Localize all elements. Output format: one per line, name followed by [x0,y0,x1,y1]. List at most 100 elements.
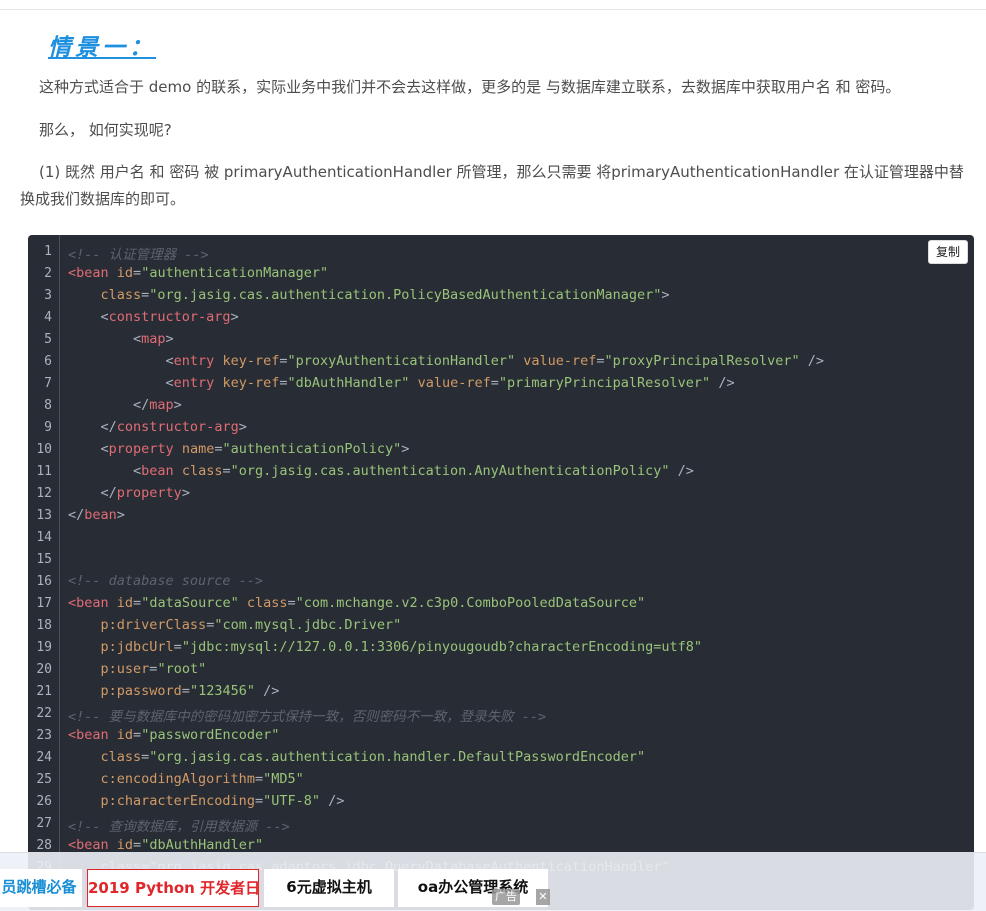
top-divider [0,9,986,10]
code-token: property [116,485,182,501]
code-token: p:password [100,683,182,699]
code-line: class="org.jasig.cas.authentication.Poli… [68,287,670,303]
code-token: <!-- 认证管理器 --> [68,247,209,263]
line-number: 26 [36,794,52,809]
code-token: class [100,749,142,765]
code-token: </ [68,485,117,501]
code-token: > [181,485,190,501]
line-number: 10 [36,442,52,457]
code-line: p:characterEncoding="UTF-8" /> [68,793,345,809]
code-line: </bean> [68,507,125,523]
code-token: > [401,441,410,457]
code-line: p:password="123456" /> [68,683,280,699]
code-line: <constructor-arg> [68,309,239,325]
code-token: <bean [68,727,109,743]
code-token: key-ref [222,375,280,391]
code-token: class [100,287,142,303]
code-token: /> [799,353,824,369]
code-token: = [287,595,296,611]
ad-link-career[interactable]: 员跳槽必备 [0,869,82,907]
code-line: <!-- 认证管理器 --> [68,243,209,263]
ad-close-icon[interactable]: ✕ [536,889,550,905]
ad-link-oa-system[interactable]: oa办公管理系统 [398,869,548,907]
code-line: <!-- 查询数据库，引用数据源 --> [68,815,290,835]
paragraph-question: 那么， 如何实现呢? [39,121,172,139]
line-number: 8 [44,398,52,413]
code-token: entry [173,375,215,391]
code-line: p:driverClass="com.mysql.jdbc.Driver" [68,617,402,633]
line-number: 2 [44,266,52,281]
code-token: <!-- 查询数据库，引用数据源 --> [68,819,290,835]
ad-link-virtual-host[interactable]: 6元虚拟主机 [264,869,394,907]
code-token: "passwordEncoder" [141,727,280,743]
code-token: <bean [68,265,109,281]
line-number: 7 [44,376,52,391]
code-token: /> [254,683,280,699]
code-line: p:jdbcUrl="jdbc:mysql://127.0.0.1:3306/p… [68,639,702,655]
code-token: < [68,375,174,391]
line-number: 14 [36,530,52,545]
code-token: > [661,287,670,303]
code-token: < [68,441,109,457]
code-token: id [116,727,134,743]
code-line: <map> [68,331,174,347]
code-line: <bean id="dataSource" class="com.mchange… [68,595,645,611]
code-line: <property name="authenticationPolicy"> [68,441,410,457]
code-token: = [254,771,264,787]
code-token: > [165,331,174,347]
line-number: 24 [36,750,52,765]
code-token: "org.jasig.cas.authentication.AnyAuthent… [230,463,670,479]
line-number: 19 [36,640,52,655]
code-token: = [133,265,142,281]
line-number: 13 [36,508,52,523]
code-token: < [68,331,142,347]
code-token: < [68,463,142,479]
code-token: "authenticationPolicy" [222,441,402,457]
code-token: "123456" [189,683,255,699]
code-line: <!-- 要与数据库中的密码加密方式保持一致，否则密码不一致，登录失败 --> [68,705,546,725]
code-token: <!-- 要与数据库中的密码加密方式保持一致，否则密码不一致，登录失败 --> [68,709,547,725]
code-line: <bean id="passwordEncoder" [68,727,279,743]
paragraph-step-1: (1) 既然 用户名 和 密码 被 primaryAuthenticationH… [20,163,964,208]
code-line: class="org.jasig.cas.authentication.hand… [68,749,646,765]
ad-badge: 广告 [492,889,520,905]
line-number: 4 [44,310,52,325]
code-token: bean [141,463,174,479]
code-token: "authenticationManager" [141,265,329,281]
line-number: 23 [36,728,52,743]
code-token: < [68,353,174,369]
copy-button[interactable]: 复制 [928,240,968,264]
code-token: p:user [100,661,150,677]
code-token: p:characterEncoding [100,793,255,809]
code-token: = [133,727,142,743]
code-token: < [68,309,109,325]
line-number: 27 [36,816,52,831]
code-token: "proxyAuthenticationHandler" [287,353,516,369]
code-token: value-ref [417,375,491,391]
code-line: <bean id="dbAuthHandler" [68,837,263,853]
code-token: bean [84,507,117,523]
line-number: 28 [36,838,52,853]
code-token: class [246,595,288,611]
code-token: <!-- database source --> [68,573,264,589]
paragraph-intro: 这种方式适合于 demo 的联系，实际业务中我们并不会去这样做，更多的是 与数据… [39,78,901,96]
line-number: 11 [36,464,52,479]
line-number: 12 [36,486,52,501]
ad-link-python-day[interactable]: 2019 Python 开发者日 [87,869,259,907]
code-token: <bean [68,837,109,853]
code-line: </constructor-arg> [68,419,247,435]
line-number: 17 [36,596,52,611]
code-token: </ [68,397,150,413]
code-token: name [181,441,215,457]
code-token: = [222,463,231,479]
